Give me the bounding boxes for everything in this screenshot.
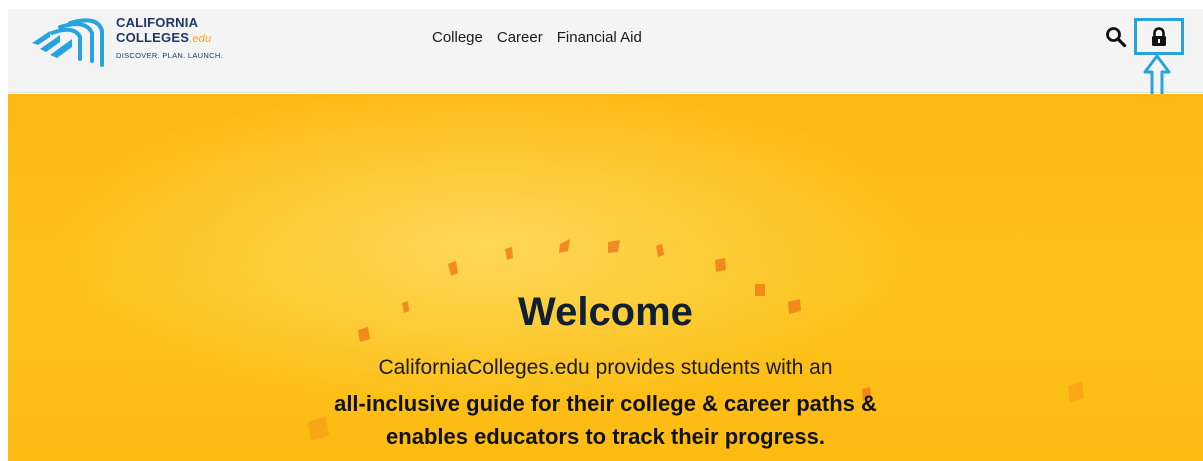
browser-viewport: CALIFORNIA COLLEGES.edu DISCOVER. PLAN. … [8, 9, 1203, 461]
search-button[interactable] [1105, 26, 1127, 48]
logo-line-colleges: COLLEGES.edu [116, 30, 223, 47]
nav-link-career[interactable]: Career [497, 29, 543, 46]
logo-tagline: DISCOVER. PLAN. LAUNCH. [116, 51, 223, 60]
logo-edu-suffix: .edu [189, 33, 212, 45]
hero-banner: Welcome CaliforniaColleges.edu provides … [8, 94, 1203, 461]
site-logo[interactable]: CALIFORNIA COLLEGES.edu DISCOVER. PLAN. … [30, 13, 270, 73]
logo-colleges-word: COLLEGES [116, 30, 190, 45]
hero-highlight-line-2: enables educators to track their progres… [386, 424, 825, 449]
logo-mark-icon [32, 18, 104, 67]
hero-title: Welcome [518, 290, 693, 334]
sign-in-lock-button[interactable] [1134, 18, 1184, 55]
site-header: CALIFORNIA COLLEGES.edu DISCOVER. PLAN. … [8, 9, 1203, 98]
main-nav: College Career Financial Aid [432, 29, 642, 46]
hero-highlight-text: all-inclusive guide for their college & … [8, 387, 1203, 453]
logo-text: CALIFORNIA COLLEGES.edu DISCOVER. PLAN. … [116, 15, 223, 60]
annotation-arrow-up-icon [1143, 54, 1171, 98]
top-strip [0, 0, 1203, 9]
hero-intro-text: CaliforniaColleges.edu provides students… [378, 356, 833, 379]
lock-icon [1152, 26, 1166, 46]
nav-link-financial-aid[interactable]: Financial Aid [557, 29, 642, 46]
logo-line-california: CALIFORNIA [116, 15, 199, 30]
hero-highlight-line-1: all-inclusive guide for their college & … [334, 391, 877, 416]
nav-link-college[interactable]: College [432, 29, 483, 46]
search-icon [1106, 27, 1127, 48]
